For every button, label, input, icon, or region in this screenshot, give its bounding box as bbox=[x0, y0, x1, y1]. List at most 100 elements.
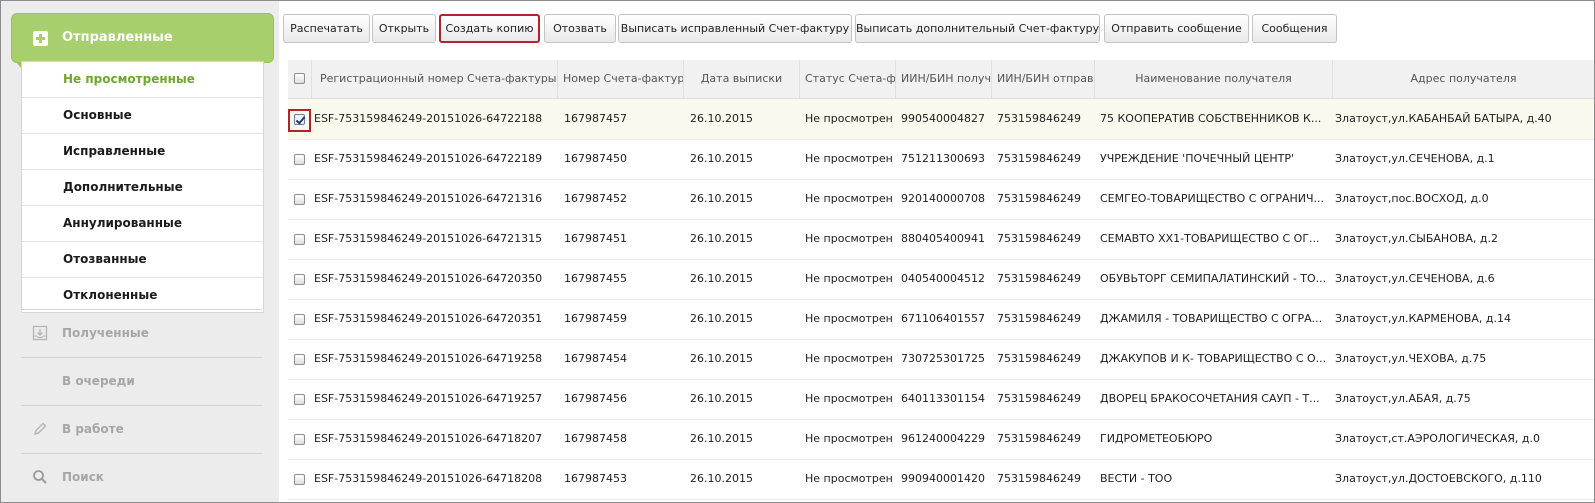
table-row[interactable]: ESF-753159846249-20151026-64720351 167987… bbox=[288, 299, 1594, 340]
create-copy-button[interactable]: Создать копию bbox=[439, 14, 540, 43]
table-row[interactable]: ESF-753159846249-20151026-64719257 167987… bbox=[288, 379, 1594, 420]
sidebar-section-label: Поиск bbox=[62, 470, 104, 484]
sidebar-section-label: В очереди bbox=[62, 374, 135, 388]
row-checkbox[interactable] bbox=[294, 234, 305, 245]
row-checkbox[interactable] bbox=[294, 194, 305, 205]
column-header[interactable]: Регистрационный номер Счета-фактуры bbox=[312, 60, 558, 98]
plus-box-icon bbox=[33, 31, 48, 46]
recipient-iin-cell: 640113301154 bbox=[901, 392, 985, 405]
select-all-checkbox[interactable] bbox=[294, 73, 305, 84]
sidebar-section-label: Полученные bbox=[62, 326, 149, 340]
recipient-address-cell: Златоуст,ул.КАБАНБАЙ БАТЫРА, д.40 bbox=[1335, 112, 1552, 125]
sidebar-item-label: Исправленные bbox=[63, 144, 166, 158]
recipient-iin-cell: 920140000708 bbox=[901, 192, 985, 205]
column-header[interactable]: Дата выписки bbox=[684, 60, 800, 98]
issue-date-cell: 26.10.2015 bbox=[690, 472, 753, 485]
reg-number-cell: ESF-753159846249-20151026-64718208 bbox=[314, 472, 543, 485]
table-row[interactable]: ESF-753159846249-20151026-64720350 167987… bbox=[288, 259, 1594, 300]
sidebar-item-corrected[interactable]: Исправленные bbox=[22, 134, 263, 170]
recipient-name-cell: ДЖАМИЛЯ - ТОВАРИЩЕСТВО С ОГРА... bbox=[1100, 312, 1323, 325]
issue-date-cell: 26.10.2015 bbox=[690, 432, 753, 445]
row-checkbox[interactable] bbox=[294, 354, 305, 365]
table-row[interactable]: ESF-753159846249-20151026-64719258 167987… bbox=[288, 339, 1594, 380]
column-header[interactable]: Адрес получателя bbox=[1333, 60, 1594, 98]
sidebar-item-additional[interactable]: Дополнительные bbox=[22, 170, 263, 206]
status-cell: Не просмотрен bbox=[805, 192, 893, 205]
print-button[interactable]: Распечатать bbox=[283, 14, 370, 43]
sidebar-item-unviewed[interactable]: Не просмотренные bbox=[22, 62, 263, 98]
sidebar-item-rejected[interactable]: Отклоненные bbox=[22, 278, 263, 313]
invoice-number-cell: 167987451 bbox=[564, 232, 627, 245]
sidebar-item-label: Отклоненные bbox=[63, 288, 158, 302]
messages-button[interactable]: Сообщения bbox=[1252, 14, 1337, 43]
search-icon bbox=[33, 470, 47, 484]
table-header: Регистрационный номер Счета-фактуры Номе… bbox=[288, 60, 1594, 99]
row-checkbox[interactable] bbox=[294, 274, 305, 285]
open-button[interactable]: Открыть bbox=[372, 14, 436, 43]
issue-date-cell: 26.10.2015 bbox=[690, 112, 753, 125]
table-row[interactable]: ESF-753159846249-20151026-64721316 167987… bbox=[288, 179, 1594, 220]
column-header[interactable]: Наименование получателя bbox=[1095, 60, 1333, 98]
app-window: Отправленные Не просмотренные Основные И… bbox=[0, 0, 1595, 503]
row-checkbox[interactable] bbox=[294, 394, 305, 405]
recipient-iin-cell: 730725301725 bbox=[901, 352, 985, 365]
table-row[interactable]: ESF-753159846249-20151026-64722189 167987… bbox=[288, 139, 1594, 180]
recipient-iin-cell: 880405400941 bbox=[901, 232, 985, 245]
sidebar-section-search[interactable]: Поиск bbox=[21, 453, 262, 501]
row-checkbox[interactable] bbox=[294, 154, 305, 165]
issue-date-cell: 26.10.2015 bbox=[690, 392, 753, 405]
sidebar-section-received[interactable]: Полученные bbox=[21, 309, 262, 357]
status-cell: Не просмотрен bbox=[805, 312, 893, 325]
table-row[interactable]: ESF-753159846249-20151026-64718208 167987… bbox=[288, 459, 1594, 500]
table-row[interactable]: ESF-753159846249-20151026-64722188 167987… bbox=[288, 99, 1594, 140]
recipient-name-cell: ДЖАКУПОВ И К- ТОВАРИЩЕСТВО С О... bbox=[1100, 352, 1327, 365]
recipient-address-cell: Златоуст,ул.АБАЯ, д.75 bbox=[1335, 392, 1471, 405]
reg-number-cell: ESF-753159846249-20151026-64722189 bbox=[314, 152, 543, 165]
recipient-name-cell: ВЕСТИ - ТОО bbox=[1100, 472, 1173, 485]
issue-date-cell: 26.10.2015 bbox=[690, 192, 753, 205]
invoice-number-cell: 167987453 bbox=[564, 472, 627, 485]
recipient-address-cell: Златоуст,ул.КАРМЕНОВА, д.14 bbox=[1335, 312, 1511, 325]
column-header[interactable]: Статус Счета-ф bbox=[800, 60, 896, 98]
row-checkbox[interactable] bbox=[294, 114, 305, 125]
table-row[interactable]: ESF-753159846249-20151026-64718207 167987… bbox=[288, 419, 1594, 460]
sidebar-section-queue[interactable]: В очереди bbox=[21, 357, 262, 405]
issue-date-cell: 26.10.2015 bbox=[690, 232, 753, 245]
sender-iin-cell: 753159846249 bbox=[997, 432, 1081, 445]
invoice-number-cell: 167987450 bbox=[564, 152, 627, 165]
row-checkbox[interactable] bbox=[294, 434, 305, 445]
sender-iin-cell: 753159846249 bbox=[997, 392, 1081, 405]
invoice-number-cell: 167987459 bbox=[564, 312, 627, 325]
issue-corrected-invoice-button[interactable]: Выписать исправленный Счет-фактуру bbox=[618, 14, 852, 43]
reg-number-cell: ESF-753159846249-20151026-64721315 bbox=[314, 232, 543, 245]
row-checkbox[interactable] bbox=[294, 474, 305, 485]
recipient-iin-cell: 040540004512 bbox=[901, 272, 985, 285]
row-checkbox[interactable] bbox=[294, 314, 305, 325]
sidebar-section-in-progress[interactable]: В работе bbox=[21, 405, 262, 453]
sidebar-item-main[interactable]: Основные bbox=[22, 98, 263, 134]
recipient-name-cell: СЕМГЕО-ТОВАРИЩЕСТВО С ОГРАНИЧ... bbox=[1100, 192, 1325, 205]
sidebar-header-sent[interactable]: Отправленные bbox=[11, 13, 274, 63]
column-header[interactable]: ИИН/БИН получ bbox=[896, 60, 992, 98]
revoke-button[interactable]: Отозвать bbox=[544, 14, 616, 43]
reg-number-cell: ESF-753159846249-20151026-64720351 bbox=[314, 312, 543, 325]
sender-iin-cell: 753159846249 bbox=[997, 352, 1081, 365]
status-cell: Не просмотрен bbox=[805, 392, 893, 405]
issue-additional-invoice-button[interactable]: Выписать дополнительный Счет-фактуру bbox=[855, 14, 1100, 43]
sender-iin-cell: 753159846249 bbox=[997, 272, 1081, 285]
column-header[interactable]: ИИН/БИН отправ bbox=[992, 60, 1095, 98]
reg-number-cell: ESF-753159846249-20151026-64719257 bbox=[314, 392, 543, 405]
status-cell: Не просмотрен bbox=[805, 352, 893, 365]
column-header[interactable]: Номер Счета-фактур bbox=[558, 60, 684, 98]
sidebar-item-cancelled[interactable]: Аннулированные bbox=[22, 206, 263, 242]
issue-date-cell: 26.10.2015 bbox=[690, 272, 753, 285]
sidebar-item-revoked[interactable]: Отозванные bbox=[22, 242, 263, 278]
send-message-button[interactable]: Отправить сообщение bbox=[1104, 14, 1249, 43]
issue-date-cell: 26.10.2015 bbox=[690, 312, 753, 325]
recipient-iin-cell: 990940001420 bbox=[901, 472, 985, 485]
invoice-number-cell: 167987457 bbox=[564, 112, 627, 125]
recipient-name-cell: СЕМАВТО ХХ1-ТОВАРИЩЕСТВО С ОГ... bbox=[1100, 232, 1320, 245]
table-row[interactable]: ESF-753159846249-20151026-64721315 167987… bbox=[288, 219, 1594, 260]
sidebar-item-label: Дополнительные bbox=[63, 180, 183, 194]
invoice-number-cell: 167987455 bbox=[564, 272, 627, 285]
